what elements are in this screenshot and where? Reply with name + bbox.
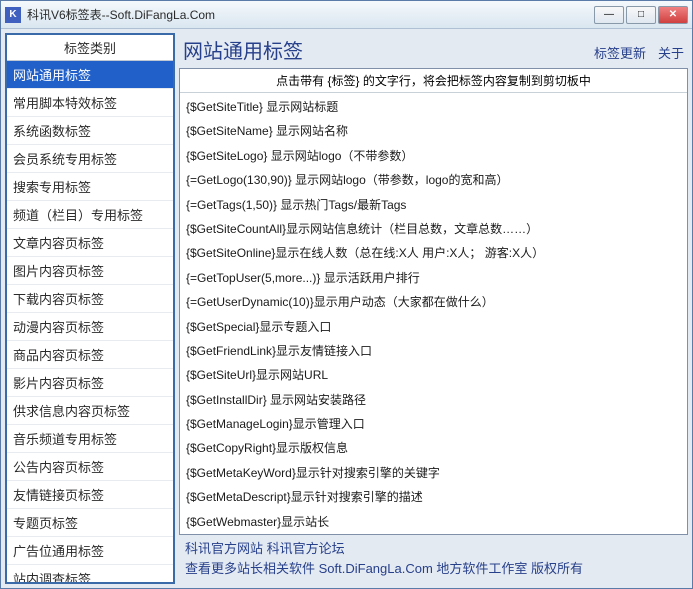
sidebar-item[interactable]: 专题页标签 (7, 509, 173, 537)
link-about[interactable]: 关于 (658, 43, 684, 62)
tag-row[interactable]: {$GetSiteTitle} 显示网站标题 (186, 95, 681, 119)
sidebar-item[interactable]: 音乐频道专用标签 (7, 425, 173, 453)
footer-line-1[interactable]: 科讯官方网站 科讯官方论坛 (185, 539, 682, 559)
tag-row[interactable]: {$GetSiteName} 显示网站名称 (186, 119, 681, 143)
sidebar-item[interactable]: 频道（栏目）专用标签 (7, 201, 173, 229)
sidebar-item[interactable]: 下载内容页标签 (7, 285, 173, 313)
tag-row[interactable]: {$GetMetaKeyWord}显示针对搜索引擎的关键字 (186, 461, 681, 485)
instruction-text: 点击带有 {标签} 的文字行，将会把标签内容复制到剪切板中 (180, 69, 687, 93)
content-panel: 点击带有 {标签} 的文字行，将会把标签内容复制到剪切板中 {$GetSiteT… (179, 68, 688, 535)
window-controls: — □ ✕ (594, 6, 688, 24)
sidebar-item[interactable]: 公告内容页标签 (7, 453, 173, 481)
tag-row[interactable]: {$GetSiteCountAll}显示网站信息统计（栏目总数，文章总数……） (186, 217, 681, 241)
tag-row[interactable]: {$GetWebmaster}显示站长 (186, 510, 681, 534)
sidebar-item[interactable]: 文章内容页标签 (7, 229, 173, 257)
tag-row[interactable]: {$GetManageLogin}显示管理入口 (186, 412, 681, 436)
app-window: K 科讯V6标签表--Soft.DiFangLa.Com — □ ✕ 标签类别 … (0, 0, 693, 589)
sidebar-item[interactable]: 网站通用标签 (7, 61, 173, 89)
sidebar-item[interactable]: 影片内容页标签 (7, 369, 173, 397)
sidebar-item[interactable]: 系统函数标签 (7, 117, 173, 145)
tag-row[interactable]: {$GetFriendLink}显示友情链接入口 (186, 339, 681, 363)
tag-row[interactable]: {$GetCopyRight}显示版权信息 (186, 436, 681, 460)
sidebar-item[interactable]: 常用脚本特效标签 (7, 89, 173, 117)
sidebar-header: 标签类别 (7, 35, 173, 61)
sidebar-list: 网站通用标签常用脚本特效标签系统函数标签会员系统专用标签搜索专用标签频道（栏目）… (7, 61, 173, 582)
main-header: 网站通用标签 标签更新 关于 (179, 33, 688, 68)
sidebar-item[interactable]: 图片内容页标签 (7, 257, 173, 285)
sidebar-item[interactable]: 供求信息内容页标签 (7, 397, 173, 425)
titlebar: K 科讯V6标签表--Soft.DiFangLa.Com — □ ✕ (1, 1, 692, 29)
footer: 科讯官方网站 科讯官方论坛 查看更多站长相关软件 Soft.DiFangLa.C… (179, 535, 688, 584)
minimize-button[interactable]: — (594, 6, 624, 24)
main: 网站通用标签 标签更新 关于 点击带有 {标签} 的文字行，将会把标签内容复制到… (179, 33, 688, 584)
sidebar-item[interactable]: 动漫内容页标签 (7, 313, 173, 341)
tag-row[interactable]: {$GetSiteLogo} 显示网站logo（不带参数） (186, 144, 681, 168)
main-title: 网站通用标签 (183, 35, 594, 64)
tag-row[interactable]: {$GetInstallDir} 显示网站安装路径 (186, 388, 681, 412)
tag-list: {$GetSiteTitle} 显示网站标题{$GetSiteName} 显示网… (180, 93, 687, 534)
body: 标签类别 网站通用标签常用脚本特效标签系统函数标签会员系统专用标签搜索专用标签频… (1, 29, 692, 588)
app-icon: K (5, 7, 21, 23)
tag-row[interactable]: {=GetTopUser(5,more...)} 显示活跃用户排行 (186, 266, 681, 290)
sidebar-item[interactable]: 搜索专用标签 (7, 173, 173, 201)
tag-row[interactable]: {$GetSiteOnline}显示在线人数（总在线:X人 用户:X人； 游客:… (186, 241, 681, 265)
tag-row[interactable]: {=GetLogo(130,90)} 显示网站logo（带参数，logo的宽和高… (186, 168, 681, 192)
tag-row[interactable]: {$GetSiteUrl}显示网站URL (186, 363, 681, 387)
sidebar: 标签类别 网站通用标签常用脚本特效标签系统函数标签会员系统专用标签搜索专用标签频… (5, 33, 175, 584)
sidebar-item[interactable]: 站内调查标签 (7, 565, 173, 582)
footer-line-2[interactable]: 查看更多站长相关软件 Soft.DiFangLa.Com 地方软件工作室 版权所… (185, 559, 682, 579)
window-title: 科讯V6标签表--Soft.DiFangLa.Com (27, 6, 594, 23)
sidebar-item[interactable]: 友情链接页标签 (7, 481, 173, 509)
sidebar-item[interactable]: 会员系统专用标签 (7, 145, 173, 173)
tag-row[interactable]: {$GetSpecial}显示专题入口 (186, 315, 681, 339)
main-links: 标签更新 关于 (594, 43, 684, 62)
link-update[interactable]: 标签更新 (594, 43, 646, 62)
tag-row[interactable]: {$GetMetaDescript}显示针对搜索引擎的描述 (186, 485, 681, 509)
sidebar-item[interactable]: 商品内容页标签 (7, 341, 173, 369)
tag-row[interactable]: {=GetTags(1,50)} 显示热门Tags/最新Tags (186, 193, 681, 217)
tag-row[interactable]: {=GetUserDynamic(10)}显示用户动态（大家都在做什么） (186, 290, 681, 314)
maximize-button[interactable]: □ (626, 6, 656, 24)
sidebar-item[interactable]: 广告位通用标签 (7, 537, 173, 565)
close-button[interactable]: ✕ (658, 6, 688, 24)
